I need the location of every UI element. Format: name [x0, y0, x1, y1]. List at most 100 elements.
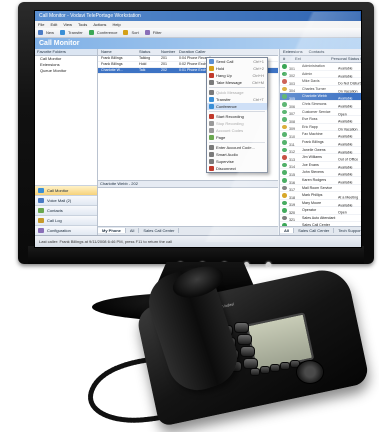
tab[interactable]: Extensions	[283, 49, 303, 55]
sidebar-item[interactable]: Call Log	[35, 215, 97, 225]
context-menu-item[interactable]: Send Call Ctrl+1	[207, 58, 267, 65]
status-icon	[282, 200, 287, 206]
list-item[interactable]: 316Karen RodgersAvailable	[280, 177, 361, 185]
list-item[interactable]: 301AdministrationAvailable	[280, 63, 361, 71]
list-item[interactable]: 309Eric RappOn Vacation	[280, 124, 361, 132]
list-item[interactable]: 304Charles TurnerOn Vacation	[280, 86, 361, 94]
extension-name: Mark Phillips	[302, 193, 323, 198]
toolbar-conference-button[interactable]: Conference	[97, 30, 118, 35]
context-menu-label: Send Call	[216, 59, 234, 64]
list-item[interactable]: 312Janelle OwensAvailable	[280, 147, 361, 155]
context-menu-label: Hold	[216, 66, 225, 71]
tab[interactable]: Sales Call Center	[139, 228, 180, 233]
column-header[interactable]: Number	[161, 49, 179, 55]
monitor-button-icon	[266, 262, 271, 267]
toolbar-new-button[interactable]: New	[46, 30, 54, 35]
table-cell: 201	[161, 56, 167, 60]
tab[interactable]: All	[280, 228, 295, 233]
tab[interactable]: Sales Call Center	[294, 228, 335, 233]
list-item[interactable]: 303Mike DavisDo Not Disturb	[280, 78, 361, 86]
toolbar-transfer-button[interactable]: Transfer	[68, 30, 83, 35]
list-item[interactable]: 305Charlotte WebbAvailable	[280, 93, 361, 101]
context-menu-label: Take Message	[216, 80, 242, 85]
keypad-key	[234, 322, 249, 333]
extension-name: Chris Simmons	[302, 101, 327, 106]
menu-item-icon	[209, 97, 214, 102]
list-item[interactable]: 321Sales Auto Attendant	[280, 215, 361, 223]
list-item[interactable]: 307Customer ServiceOpen	[280, 109, 361, 117]
column-header[interactable]: Personal Status Mess	[331, 56, 361, 62]
menu-item-tools[interactable]: Tools	[78, 22, 87, 27]
tree-item[interactable]: Queue Monitor	[35, 68, 97, 74]
tab[interactable]: Tech Support	[334, 228, 361, 233]
menu-item-help[interactable]: Help	[112, 22, 120, 27]
folder-tree: Call Monitor Extensions Queue Monitor	[35, 56, 97, 74]
tab[interactable]: My Phone	[98, 228, 126, 233]
list-item[interactable]: 313Jim WilliamsOut of Office	[280, 154, 361, 162]
column-header[interactable]: Ext	[295, 56, 331, 62]
menu-item-edit[interactable]: Edit	[50, 22, 57, 27]
list-item[interactable]: 311Frank BillingsAvailable	[280, 139, 361, 147]
sidebar-item[interactable]: Call Monitor	[35, 185, 97, 195]
shortcut-label: Ctrl+T	[253, 97, 264, 102]
list-item[interactable]: 302AdminAvailable	[280, 71, 361, 79]
list-item[interactable]: 319Mary MooreAvailable	[280, 200, 361, 208]
toolbar-filter-icon	[144, 30, 150, 36]
extension-name: Customer Service	[302, 109, 331, 114]
context-menu-item[interactable]: Supervise	[207, 158, 267, 165]
column-header[interactable]: Duration Caller	[179, 49, 259, 55]
function-key	[260, 366, 270, 374]
context-menu-item[interactable]: Take Message Ctrl+M	[207, 79, 267, 86]
list-item[interactable]: 306Chris SimmonsAvailable	[280, 101, 361, 109]
context-menu-label: Disconnect	[216, 166, 236, 171]
sidebar-item-label: Voice Mail (2)	[47, 198, 72, 203]
list-item[interactable]: 318Mark PhillipsAt a Meeting	[280, 192, 361, 200]
list-item[interactable]: 314Joe EvansAvailable	[280, 162, 361, 170]
context-menu-item[interactable]: Disconnect	[207, 165, 267, 172]
tab[interactable]: Contacts	[309, 49, 325, 55]
context-menu-item[interactable]: Hang Up Ctrl+H	[207, 72, 267, 79]
shortcut-label: Ctrl+1	[253, 59, 264, 64]
column-header[interactable]: Name	[101, 49, 139, 55]
menu-item-view[interactable]: View	[63, 22, 72, 27]
context-menu-item[interactable]: Quick Message	[207, 89, 267, 96]
context-menu-item[interactable]: Transfer Ctrl+T	[207, 96, 267, 103]
list-item[interactable]: 310Fax MachineAvailable	[280, 131, 361, 139]
list-item[interactable]: 315John StevensAvailable	[280, 169, 361, 177]
function-key	[280, 362, 290, 370]
context-menu-item[interactable]: Hold Ctrl+2	[207, 65, 267, 72]
toolbar-filter-button[interactable]: Filter	[153, 30, 162, 35]
tab[interactable]: All	[125, 228, 140, 233]
context-menu-item[interactable]: Stop Recording	[207, 120, 267, 127]
context-menu-label: Page	[216, 135, 226, 140]
context-menu-item[interactable]: Smart Audio	[207, 151, 267, 158]
extension-name: Karen Rodgers	[302, 177, 327, 182]
column-header[interactable]: #	[283, 56, 295, 62]
extension-name: Mail Room Service	[302, 185, 333, 190]
table-cell: Charlotte W...	[101, 68, 123, 72]
context-menu-item[interactable]: Enter Account Code...	[207, 144, 267, 151]
list-item[interactable]: 317Mail Room Service	[280, 185, 361, 193]
context-menu-item[interactable]: Start Recording	[207, 113, 267, 120]
context-menu-item[interactable]: Conference	[207, 103, 267, 110]
sidebar-item[interactable]: Configuration	[35, 225, 97, 235]
extension-name: Administration	[302, 64, 325, 68]
extension-name: Sales Auto Attendant	[302, 215, 336, 220]
toolbar-sort-button[interactable]: Sort	[131, 30, 138, 35]
sidebar-item[interactable]: Contacts	[35, 205, 97, 215]
column-header[interactable]: Status	[139, 49, 161, 55]
context-menu-item[interactable]: Page	[207, 134, 267, 141]
list-item[interactable]: 320OperatorOpen	[280, 207, 361, 215]
menu-item-icon	[209, 59, 214, 64]
sidebar-item[interactable]: Voice Mail (2)	[35, 195, 97, 205]
menu-bar: File Edit View Tools Actions Help	[35, 21, 361, 28]
menu-item-icon	[209, 166, 214, 171]
extension-name: Charlotte Webb	[302, 94, 327, 99]
menu-item-actions[interactable]: Actions	[93, 22, 106, 27]
extension-name: Fax Machine	[302, 132, 323, 137]
extensions-tabs: Extensions Contacts	[280, 49, 361, 56]
menu-separator	[209, 87, 265, 88]
menu-item-file[interactable]: File	[38, 22, 44, 27]
list-item[interactable]: 308Eve RossAvailable	[280, 116, 361, 124]
context-menu-item[interactable]: Account Codes	[207, 127, 267, 134]
